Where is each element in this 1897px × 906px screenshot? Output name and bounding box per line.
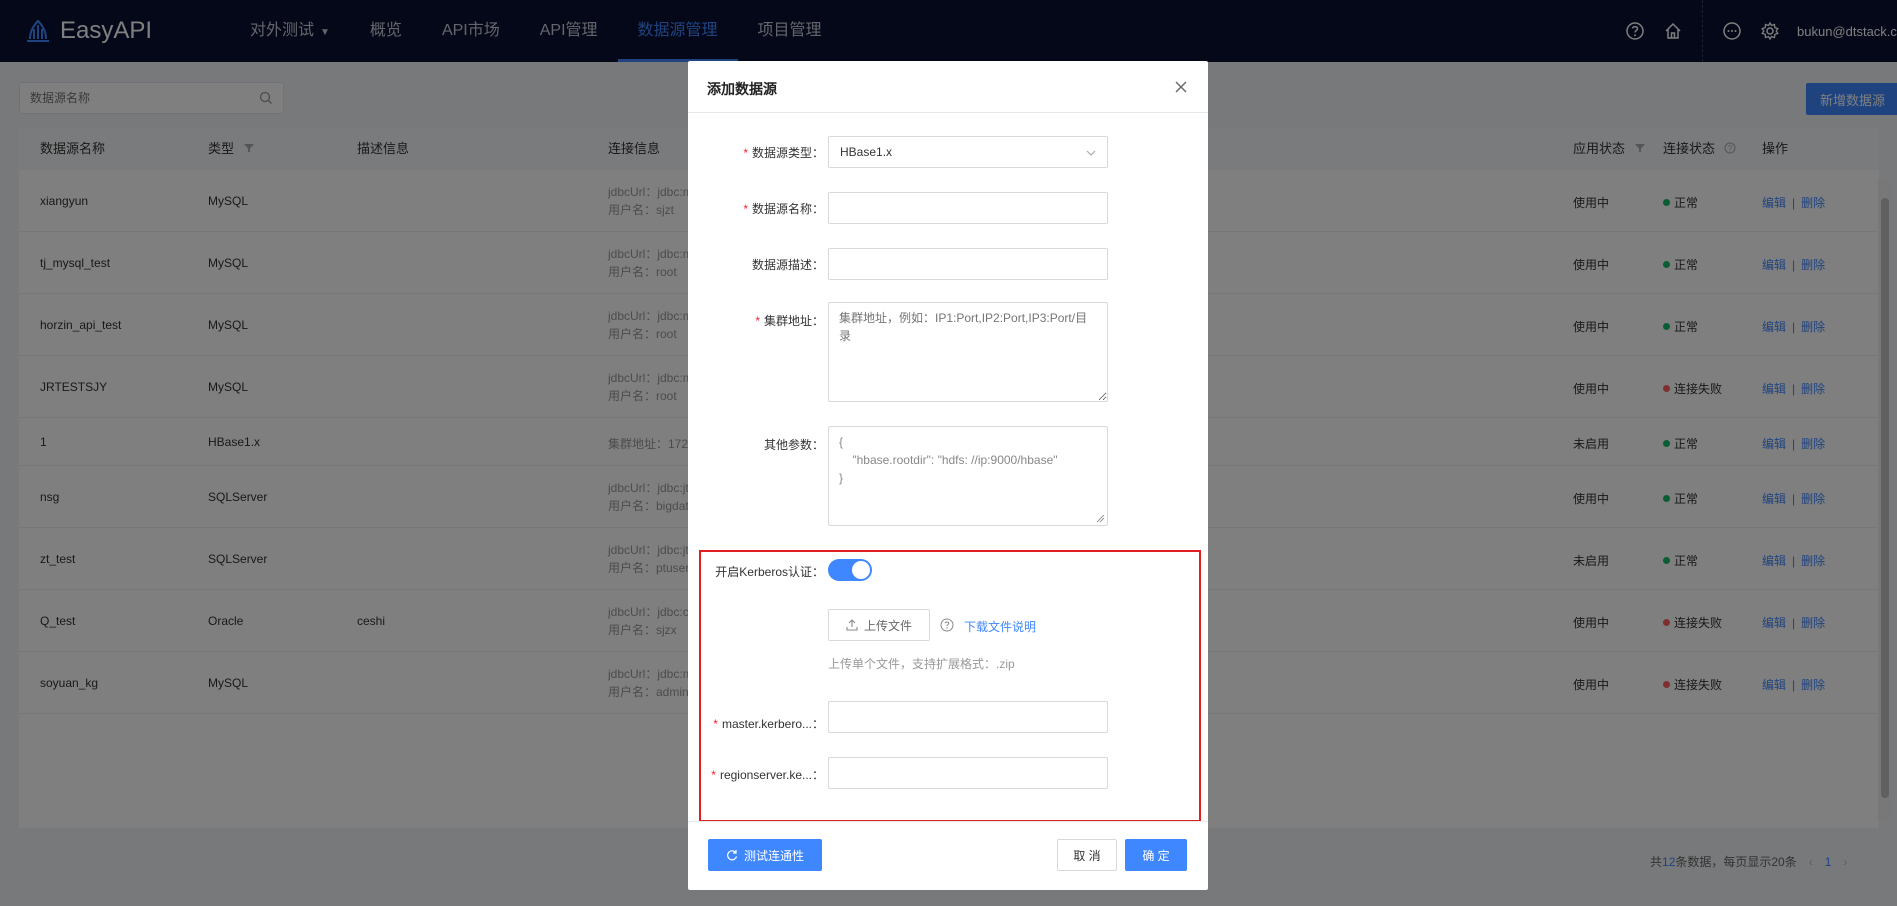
other-params-textarea[interactable]: { "hbase.rootdir": "hdfs: //ip:9000/hbas… [828,426,1108,526]
resize-handle-icon[interactable] [1096,514,1105,523]
upload-file-button[interactable]: 上传文件 [828,609,930,641]
master-kerberos-label: * master.kerbero...： [713,715,824,732]
regionserver-kerberos-label-text: regionserver.ke...： [719,768,824,782]
modal-footer: 测试连通性 取 消 确 定 [688,821,1208,890]
json-line: { [839,435,844,449]
master-kerberos-label-text: master.kerbero...： [721,717,824,731]
datasource-desc-input[interactable] [828,248,1108,280]
kerberos-toggle[interactable] [828,559,872,581]
test-connectivity-button[interactable]: 测试连通性 [708,839,822,871]
json-line: } [839,471,844,485]
modal-header: 添加数据源 [688,61,1208,113]
datasource-name-label: * 数据源名称： [743,200,824,217]
required-mark: * [743,202,748,216]
required-mark: * [755,314,760,328]
cluster-address-textarea[interactable] [828,302,1108,402]
upload-icon [846,619,858,631]
regionserver-kerberos-input[interactable] [828,757,1108,789]
datasource-type-label-text: 数据源类型： [751,146,824,160]
datasource-type-label: * 数据源类型： [743,144,824,161]
confirm-button[interactable]: 确 定 [1125,839,1187,871]
regionserver-kerberos-label: * regionserver.ke...： [711,766,824,783]
upload-hint-text: 上传单个文件，支持扩展格式：.zip [828,657,1015,671]
other-params-label: 其他参数： [763,438,824,452]
datasource-type-select[interactable]: HBase1.x [828,136,1108,168]
test-connectivity-label: 测试连通性 [743,848,804,863]
close-icon[interactable] [1174,80,1188,94]
modal-title: 添加数据源 [707,81,777,97]
datasource-name-label-text: 数据源名称： [751,202,824,216]
datasource-desc-label: 数据源描述： [751,258,824,272]
cluster-address-label: * 集群地址： [755,312,824,329]
toggle-knob [852,561,870,579]
kerberos-label: 开启Kerberos认证： [715,565,824,579]
chevron-down-icon [1086,150,1096,156]
add-datasource-modal: 添加数据源 * 数据源类型： HBase1.x * 数据源名称： 数据源描述： * 集… [688,61,1208,890]
cluster-address-label-text: 集群地址： [763,314,824,328]
datasource-name-input[interactable] [828,192,1108,224]
cancel-button[interactable]: 取 消 [1057,839,1117,871]
question-circle-icon[interactable] [940,618,954,632]
required-mark: * [711,768,716,782]
required-mark: * [743,146,748,160]
json-line: "hbase.rootdir": "hdfs: //ip:9000/hbase" [839,453,1058,467]
refresh-icon [727,850,738,861]
master-kerberos-input[interactable] [828,701,1108,733]
upload-file-label: 上传文件 [863,618,912,633]
datasource-type-value: HBase1.x [840,145,893,159]
required-mark: * [713,717,718,731]
download-doc-link[interactable]: 下载文件说明 [964,618,1036,635]
